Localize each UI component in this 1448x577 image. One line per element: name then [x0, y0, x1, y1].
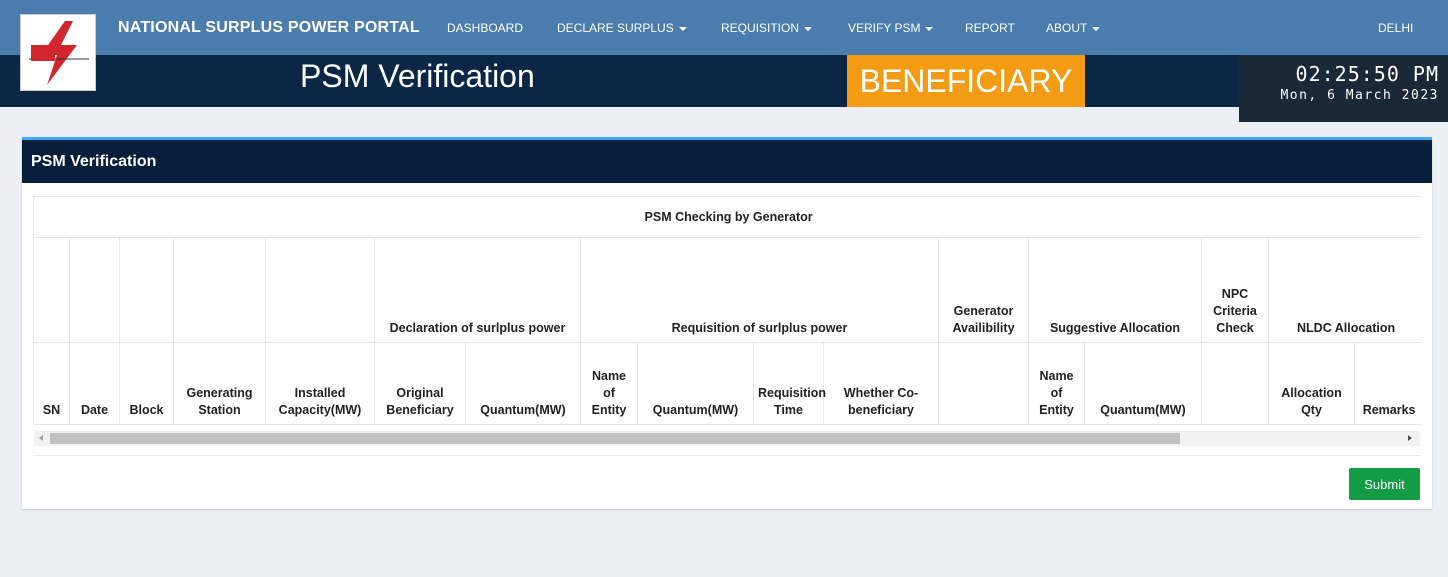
psm-table-container: PSM Checking by Generator Declaration of…	[33, 196, 1421, 453]
blank-header	[173, 237, 266, 343]
blank-header	[265, 237, 375, 343]
group-header-suggestive-allocation: Suggestive Allocation	[1028, 237, 1202, 343]
col-suggestive-entity: Name of Entity	[1028, 342, 1085, 425]
col-block: Block	[119, 342, 174, 425]
col-generating-station: Generating Station	[173, 342, 266, 425]
nav-dashboard-label: DASHBOARD	[447, 21, 524, 35]
group-header-npc-criteria: NPC Criteria Check	[1201, 237, 1269, 343]
portal-brand[interactable]: NATIONAL SURPLUS POWER PORTAL	[118, 19, 420, 37]
psm-table: PSM Checking by Generator Declaration of…	[33, 196, 1421, 425]
digital-clock: 02:25:50 PM Mon, 6 March 2023	[1239, 55, 1448, 122]
divider	[33, 455, 1421, 456]
group-header-declaration: Declaration of surlplus power	[374, 237, 581, 343]
submit-button[interactable]: Submit	[1349, 468, 1420, 500]
nav-about-label: ABOUT	[1046, 21, 1088, 35]
nav-verify-psm[interactable]: VERIFY PSM	[848, 21, 934, 35]
nav-verify-psm-label: VERIFY PSM	[848, 21, 921, 35]
col-remarks: Remarks	[1353, 342, 1421, 425]
col-allocation-qty: Allocation Qty	[1268, 342, 1355, 425]
nav-report-label: REPORT	[965, 21, 1015, 35]
nav-declare-surplus[interactable]: DECLARE SURPLUS	[557, 21, 687, 35]
clock-date: Mon, 6 March 2023	[1280, 88, 1439, 103]
chevron-down-icon	[678, 26, 687, 31]
col-original-beneficiary: Original Beneficiary	[374, 342, 466, 425]
role-badge: BENEFICIARY	[847, 55, 1085, 107]
chevron-down-icon	[925, 26, 934, 31]
col-date: Date	[69, 342, 120, 425]
col-co-beneficiary: Whether Co-beneficiary	[823, 342, 939, 425]
clock-time: 02:25:50 PM	[1295, 62, 1439, 86]
scrollbar-thumb[interactable]	[50, 433, 1180, 444]
nav-about[interactable]: ABOUT	[1046, 21, 1101, 35]
scroll-right-icon[interactable]	[1408, 435, 1412, 441]
nav-requisition-label: REQUISITION	[721, 21, 800, 35]
page-title: PSM Verification	[300, 58, 535, 94]
col-requisition-quantum: Quantum(MW)	[637, 342, 754, 425]
col-installed-capacity: Installed Capacity(MW)	[265, 342, 375, 425]
user-menu[interactable]: DELHI	[1378, 21, 1413, 35]
chevron-down-icon	[1092, 26, 1101, 31]
nav-report[interactable]: REPORT	[965, 21, 1015, 35]
horizontal-scrollbar[interactable]	[34, 431, 1420, 446]
nav-dashboard[interactable]: DASHBOARD	[447, 21, 523, 35]
group-header-requisition: Requisition of surlplus power	[580, 237, 939, 343]
group-header-generator-availability: Generator Availibility	[938, 237, 1029, 343]
blank-header	[119, 237, 174, 343]
col-generator-availability	[938, 342, 1029, 425]
group-header-psm-checking: PSM Checking by Generator	[33, 196, 1421, 238]
cea-logo-icon	[29, 21, 89, 85]
scroll-left-icon[interactable]	[39, 435, 43, 441]
col-declaration-quantum: Quantum(MW)	[465, 342, 581, 425]
page-header-bar	[0, 55, 1448, 107]
cea-logo[interactable]	[20, 14, 96, 91]
col-sn: SN	[33, 342, 70, 425]
card-title: PSM Verification	[22, 140, 1432, 183]
group-header-nldc-allocation: NLDC Allocation	[1267, 237, 1421, 343]
psm-verification-card: PSM Verification PSM Checking by Generat…	[22, 137, 1432, 509]
col-suggestive-quantum: Quantum(MW)	[1084, 342, 1202, 425]
blank-header	[69, 237, 120, 343]
col-requisition-entity: Name of Entity	[580, 342, 638, 425]
col-requisition-time: Requisition Time	[753, 342, 826, 425]
col-npc-criteria	[1201, 342, 1269, 425]
chevron-down-icon	[804, 26, 813, 31]
nav-requisition[interactable]: REQUISITION	[721, 21, 813, 35]
nav-declare-surplus-label: DECLARE SURPLUS	[557, 21, 674, 35]
blank-header	[33, 237, 70, 343]
